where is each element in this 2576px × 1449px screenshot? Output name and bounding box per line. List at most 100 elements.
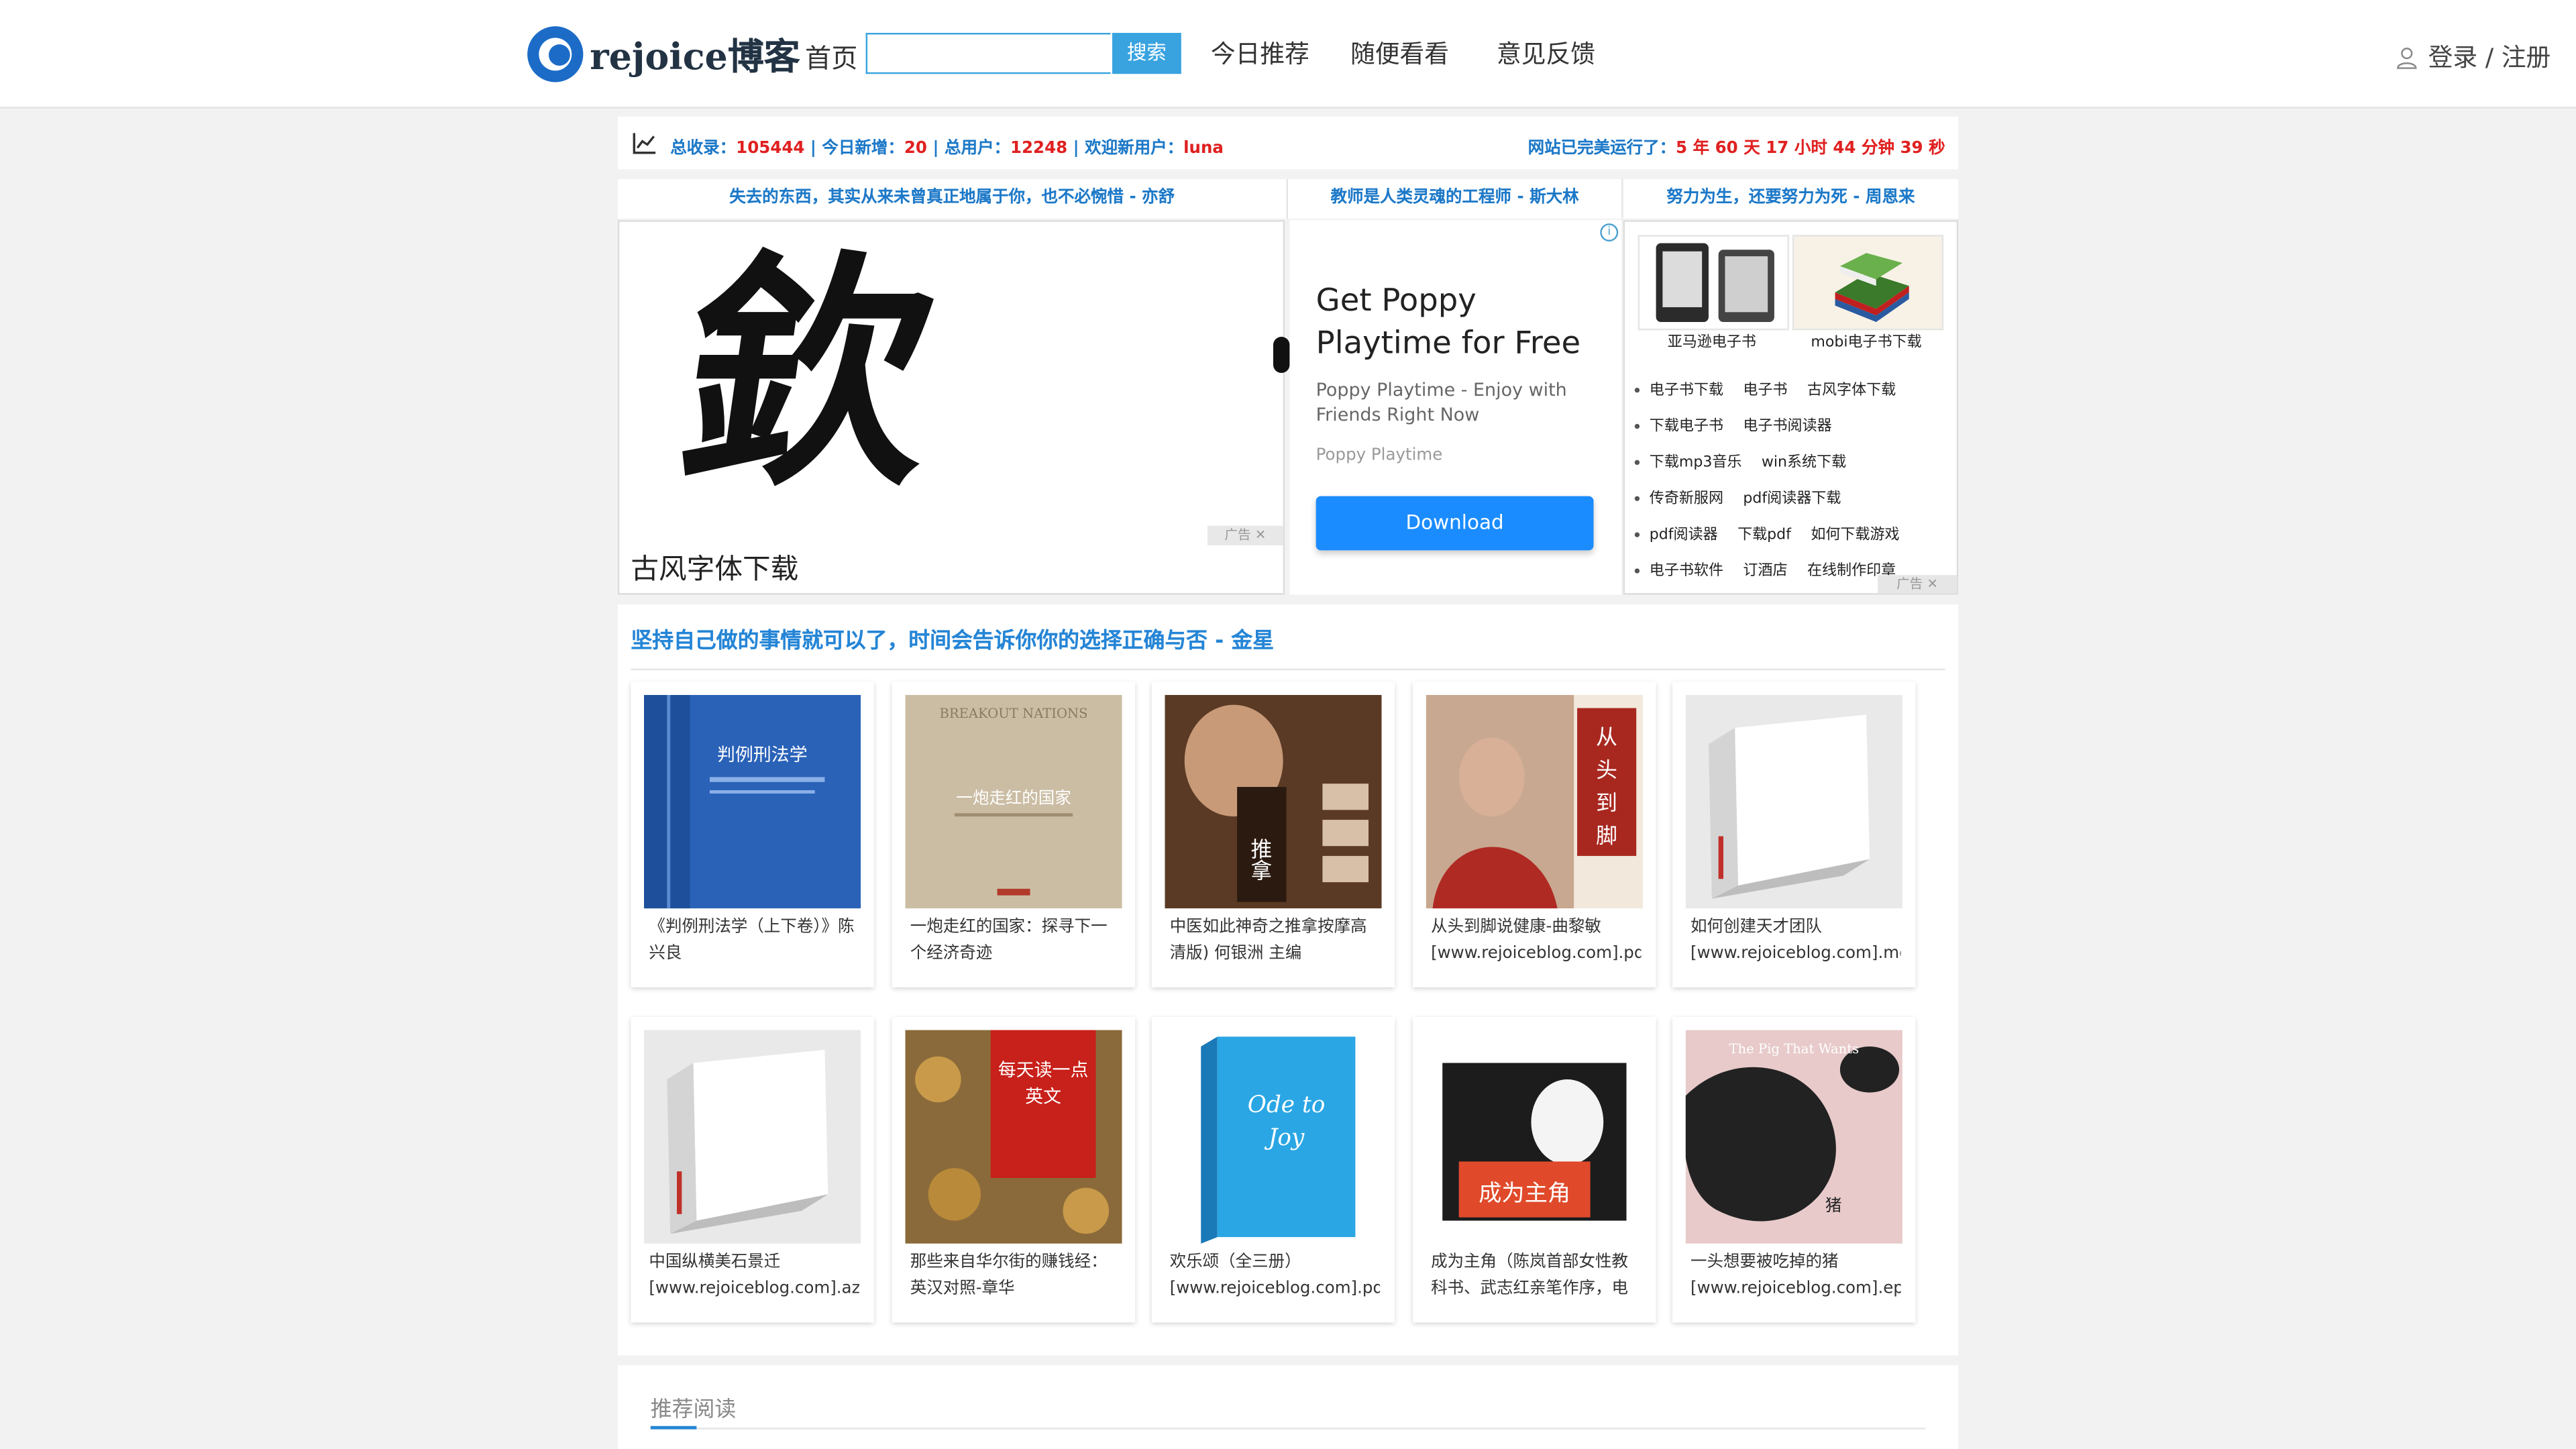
book-title[interactable]: 那些来自华尔街的赚钱经：英汉对照-章华[www.rejoiceblog.com] <box>910 1250 1120 1303</box>
book-card[interactable]: The Pig That Wants 猪 一头想要被吃掉的猪[www.rejoi… <box>1672 1016 1916 1323</box>
recommend-divider <box>650 1428 1926 1430</box>
ad-poppy-playtime[interactable]: i Get Poppy Playtime for Free Poppy Play… <box>1289 220 1622 595</box>
ad-font-download[interactable]: 欽 广告 ✕ 古风字体下载 <box>617 220 1290 595</box>
book-card[interactable]: 每天读一点 英文 那些来自华尔街的赚钱经：英汉对照-章华[www.rejoice… <box>892 1016 1136 1323</box>
welcome-label: 欢迎新用户： <box>1085 140 1184 158</box>
book-title[interactable]: 中医如此神奇之推拿按摩高清版) 何银洲 主编[www.rejoiceblog.c… <box>1170 915 1380 967</box>
recommend-active-underline <box>650 1426 697 1430</box>
nav-home-link[interactable]: 首页 <box>805 36 857 76</box>
book-card[interactable]: 如何创建天才团队[www.rejoiceblog.com].mobi 电子书 <box>1672 682 1916 987</box>
books-thumb[interactable] <box>1792 235 1944 331</box>
tag-link[interactable]: 下载电子书 <box>1650 419 1723 435</box>
ad-mark-label: 广告 <box>1224 527 1251 543</box>
thumb-label-amazon[interactable]: 亚马逊电子书 <box>1638 330 1786 352</box>
tag-row: 下载mp3音乐 win系统下载 <box>1634 445 1919 482</box>
book-card[interactable]: 从 头 到 脚 从头到脚说健康-曲黎敏[www.rejoiceblog.com]… <box>1413 682 1656 987</box>
thumb-label-mobi[interactable]: mobi电子书下载 <box>1792 330 1940 352</box>
svg-text:每天读一点: 每天读一点 <box>998 1060 1089 1081</box>
book-cover[interactable]: 判例刑法学 <box>644 694 861 909</box>
total-value: 105444 <box>736 140 805 158</box>
tag-link[interactable]: 订酒店 <box>1743 564 1787 580</box>
welcome-value: luna <box>1183 140 1224 158</box>
book-card[interactable]: 成为主角 成为主角（陈岚首部女性教科书、武志红亲笔作序，电子书） <box>1413 1016 1656 1323</box>
tag-link[interactable]: 电子书下载 <box>1650 383 1723 399</box>
svg-text:脚: 脚 <box>1596 822 1617 848</box>
ad-brand: Poppy Playtime <box>1316 447 1443 466</box>
ereader-icon <box>1656 243 1774 323</box>
tag-link[interactable]: 下载pdf <box>1737 527 1791 543</box>
tag-link[interactable]: 如何下载游戏 <box>1811 527 1899 543</box>
bullet-icon <box>1634 568 1640 574</box>
book-section: 坚持自己做的事情就可以了，时间会告诉你你的选择正确与否 - 金星 判例刑法学 《… <box>617 604 1959 1356</box>
ad-info-icon[interactable]: i <box>1600 223 1619 242</box>
book-cover-art: BREAKOUT NATIONS 一炮走红的国家 <box>905 694 1122 909</box>
book-cover[interactable]: 推拿 <box>1165 694 1382 909</box>
tag-link[interactable]: 传奇新服网 <box>1650 491 1723 507</box>
tag-link[interactable]: pdf阅读器下载 <box>1743 491 1841 507</box>
tag-link[interactable]: 下载mp3音乐 <box>1650 455 1742 471</box>
svg-text:Joy: Joy <box>1265 1124 1305 1151</box>
ad-title: Get Poppy Playtime for Free <box>1316 282 1581 362</box>
book-title[interactable]: 成为主角（陈岚首部女性教科书、武志红亲笔作序，电子书） <box>1431 1250 1641 1303</box>
tag-link[interactable]: pdf阅读器 <box>1650 527 1718 543</box>
kindle-thumb[interactable] <box>1638 235 1789 331</box>
bullet-icon <box>1634 460 1640 466</box>
site-logo[interactable]: rejoice博客 <box>527 25 800 84</box>
svg-text:The Pig That Wants: The Pig That Wants <box>1729 1041 1859 1057</box>
book-cover[interactable]: 成为主角 <box>1426 1030 1643 1244</box>
ad-mark[interactable]: 广告 ✕ <box>1208 525 1283 546</box>
nav-random-browse[interactable]: 随便看看 <box>1350 36 1449 70</box>
book-cover[interactable]: Ode to Joy <box>1165 1030 1382 1244</box>
stats-left: 总收录：105444 | 今日新增：20 | 总用户：12248 | 欢迎新用户… <box>670 133 1224 158</box>
stats-sep: | <box>926 140 945 158</box>
book-cover-art: 推拿 <box>1165 694 1382 909</box>
svg-text:BREAKOUT NATIONS: BREAKOUT NATIONS <box>939 706 1087 721</box>
book-card[interactable]: 判例刑法学 《判例刑法学（上下卷）》陈兴良[www.rejoiceblog.co… <box>631 682 874 987</box>
tag-link[interactable]: 电子书 <box>1743 383 1787 399</box>
book-cover[interactable]: BREAKOUT NATIONS 一炮走红的国家 <box>905 694 1122 909</box>
book-title[interactable]: 欢乐颂（全三册）[www.rejoiceblog.com].pdf 电子书 <box>1170 1250 1380 1303</box>
book-title[interactable]: 从头到脚说健康-曲黎敏[www.rejoiceblog.com].pdf <box>1431 915 1641 967</box>
tag-link[interactable]: 电子书软件 <box>1650 564 1723 580</box>
stats-sep: | <box>1067 140 1085 158</box>
ad-tag-list: 电子书下载 电子书 古风字体下载 下载电子书 电子书阅读器 下载mp3音乐 win系统下… <box>1634 373 1919 590</box>
tag-row: 电子书下载 电子书 古风字体下载 <box>1634 373 1919 409</box>
svg-text:到: 到 <box>1596 790 1617 815</box>
ad-subtitle: Poppy Playtime - Enjoy with Friends Righ… <box>1316 379 1567 426</box>
calligraphy-glyph: 欽 <box>664 229 985 519</box>
book-card[interactable]: 推拿 中医如此神奇之推拿按摩高清版) 何银洲 主编[www.rejoiceblo… <box>1151 682 1395 987</box>
ad-mark[interactable]: 广告 ✕ <box>1878 575 1957 594</box>
book-card[interactable]: BREAKOUT NATIONS 一炮走红的国家 一炮走红的国家：探寻下一个经济… <box>892 682 1136 987</box>
book-cover[interactable]: The Pig That Wants 猪 <box>1685 1030 1902 1244</box>
search-button[interactable]: 搜索 <box>1112 32 1181 74</box>
book-title[interactable]: 一头想要被吃掉的猪[www.rejoiceblog.com].epub <box>1690 1250 1900 1303</box>
ad-download-button[interactable]: Download <box>1316 496 1594 551</box>
book-card[interactable]: 中国纵横美石景迁[www.rejoiceblog.com].azw3 电子书 <box>631 1016 874 1323</box>
book-cover[interactable] <box>1685 694 1902 909</box>
tag-link[interactable]: 古风字体下载 <box>1807 383 1896 399</box>
book-cover[interactable]: 从 头 到 脚 <box>1426 694 1643 909</box>
book-title[interactable]: 一炮走红的国家：探寻下一个经济奇迹[www.rejoiceblog.com] <box>910 915 1120 967</box>
recommend-title[interactable]: 推荐阅读 <box>651 1391 736 1423</box>
book-title[interactable]: 中国纵横美石景迁[www.rejoiceblog.com].azw3 电子书 <box>649 1250 859 1303</box>
svg-text:推拿: 推拿 <box>1247 838 1273 881</box>
tag-row: pdf阅读器 下载pdf 如何下载游戏 <box>1634 517 1919 553</box>
book-title[interactable]: 如何创建天才团队[www.rejoiceblog.com].mobi 电子书 <box>1690 915 1900 967</box>
book-cover[interactable] <box>644 1030 861 1244</box>
tag-link[interactable]: win系统下载 <box>1762 455 1846 471</box>
login-register-link[interactable]: 登录 / 注册 <box>2396 40 2551 74</box>
search-input[interactable] <box>865 32 1111 74</box>
users-value: 12248 <box>1010 140 1068 158</box>
nav-today-recommend[interactable]: 今日推荐 <box>1211 36 1309 70</box>
uptime-label: 网站已完美运行了： <box>1527 140 1676 158</box>
book-title[interactable]: 《判例刑法学（上下卷）》陈兴良[www.rejoiceblog.com] <box>649 915 859 967</box>
book-cover-art: 判例刑法学 <box>644 694 861 909</box>
nav-feedback[interactable]: 意见反馈 <box>1497 36 1595 70</box>
recommend-section: 推荐阅读 <box>617 1365 1959 1449</box>
book-cover-art: 每天读一点 英文 <box>905 1030 1122 1244</box>
top-navbar: rejoice博客 首页 搜索 今日推荐 随便看看 意见反馈 登录 / 注册 <box>0 0 2576 109</box>
svg-text:一炮走红的国家: 一炮走红的国家 <box>956 788 1071 808</box>
book-cover[interactable]: 每天读一点 英文 <box>905 1030 1122 1244</box>
book-card[interactable]: Ode to Joy 欢乐颂（全三册）[www.rejoiceblog.com]… <box>1151 1016 1395 1323</box>
tag-link[interactable]: 电子书阅读器 <box>1743 419 1831 435</box>
